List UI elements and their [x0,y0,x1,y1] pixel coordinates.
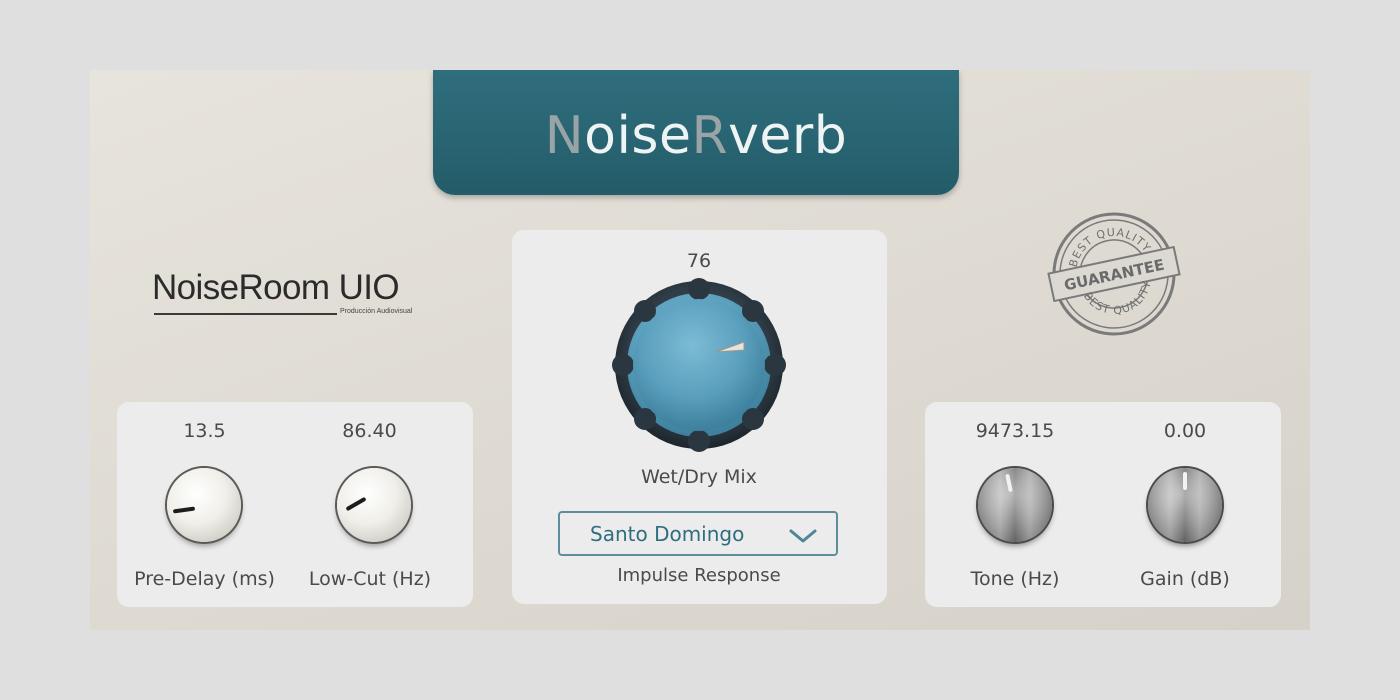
gain-knob[interactable] [1148,468,1222,542]
wet-dry-knob[interactable] [612,278,786,452]
brand-subtitle: Producción Audiovisual [340,308,413,315]
low-cut-knob[interactable] [337,468,411,542]
quality-stamp-icon: BEST QUALITY GUARANTEE BEST QUALITY [1046,206,1182,342]
plugin-window: NoiseRverb NoiseRoom UIO Producción Audi… [90,70,1310,630]
brand-name: NoiseRoom UIO [152,268,400,307]
pre-delay-knob[interactable] [167,468,241,542]
plugin-title: NoiseRverb [433,106,959,166]
impulse-response-select[interactable]: Santo Domingo [558,511,838,556]
low-cut-value: 86.40 [342,420,397,442]
left-controls-panel: 13.5 86.40 Pre-Delay (ms) Low-Cut (Hz) [117,402,473,607]
tone-label: Tone (Hz) [970,568,1060,590]
title-part-verb: verb [728,106,848,166]
gain-label: Gain (dB) [1140,568,1230,590]
low-cut-label: Low-Cut (Hz) [308,568,432,590]
gain-value: 0.00 [1163,420,1207,442]
chevron-down-icon[interactable] [788,527,818,545]
wet-dry-label: Wet/Dry Mix [641,466,757,488]
header-banner: NoiseRverb [433,70,959,195]
title-letter-n: N [544,106,585,166]
wet-dry-value: 76 [686,250,712,272]
impulse-response-value: Santo Domingo [590,522,745,546]
right-controls-panel: 9473.15 0.00 Tone (Hz) Gain (dB) [925,402,1281,607]
impulse-response-label: Impulse Response [617,565,781,586]
pre-delay-value: 13.5 [183,420,226,442]
title-letter-r: R [691,106,729,166]
tone-value: 9473.15 [975,420,1055,442]
title-part-oise: oise [584,106,692,166]
pre-delay-label: Pre-Delay (ms) [134,568,275,590]
center-controls-panel: 76 Wet/Dry Mix Santo Domingo Impulse Res… [512,230,887,604]
brand-logo: NoiseRoom UIO Producción Audiovisual [152,268,436,324]
brand-underline [154,313,337,315]
tone-knob[interactable] [978,468,1052,542]
